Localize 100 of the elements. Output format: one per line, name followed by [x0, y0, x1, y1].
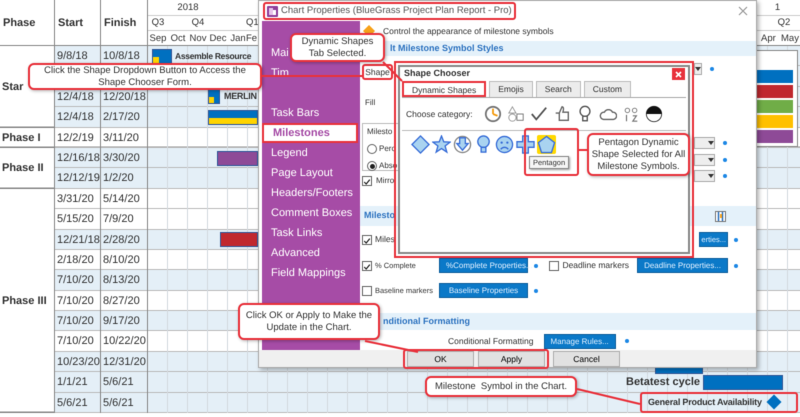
properties-button[interactable]: Baseline Properties: [439, 283, 528, 298]
date-cell: 5/14/20: [101, 188, 148, 210]
tab[interactable]: Dynamic Shapes: [402, 81, 486, 97]
column-header: Phase: [0, 0, 55, 46]
sidebar-item[interactable]: Task Links: [262, 223, 322, 243]
dropdown-field[interactable]: [694, 63, 702, 75]
sidebar-item[interactable]: Task Bars: [262, 103, 320, 123]
quarter-label: Q2: [776, 16, 792, 30]
date-cell: 12/12/19: [55, 168, 101, 189]
date-cell: 12/21/18: [55, 230, 101, 250]
quarter-label: Q1: [246, 16, 258, 30]
pentagon-icon[interactable]: [537, 135, 556, 154]
dialog-button[interactable]: OK: [407, 350, 474, 366]
quarter-label: Q4: [190, 16, 206, 30]
tab[interactable]: Search: [536, 81, 581, 97]
month-label: Jan: [229, 32, 246, 46]
dot-icon: [723, 141, 727, 145]
sidebar-item[interactable]: Legend: [262, 143, 308, 163]
dot-icon: [624, 339, 629, 343]
month-label: May: [781, 32, 800, 46]
close-icon[interactable]: [738, 6, 748, 16]
leader-line: [579, 149, 587, 151]
sidebar-item[interactable]: Headers/Footers: [262, 183, 353, 203]
section-header: lt Milestone Symbol Styles: [390, 42, 504, 55]
tab[interactable]: Custom: [584, 81, 632, 97]
frown-face-icon[interactable]: [495, 135, 514, 154]
shapes-icon[interactable]: [506, 105, 525, 123]
sidebar-item[interactable]: Advanced: [262, 243, 320, 263]
year-label: 2018: [176, 1, 200, 15]
plus-icon[interactable]: [516, 135, 535, 154]
radio-button[interactable]: [367, 144, 377, 154]
clock-icon[interactable]: [484, 105, 502, 123]
check-icon[interactable]: [530, 105, 548, 123]
dialog-button[interactable]: Cancel: [553, 350, 620, 366]
sidebar-item[interactable]: Field Mappings: [262, 263, 346, 283]
arrow-down-icon[interactable]: [453, 135, 472, 154]
app-icon: [267, 6, 278, 16]
month-label: Apr: [761, 32, 777, 46]
checkbox[interactable]: [362, 176, 372, 186]
close-icon: [675, 70, 682, 78]
phase-label: Star: [2, 80, 24, 95]
date-cell: 9/17/20: [101, 311, 148, 332]
date-cell: 5/6/21: [101, 392, 148, 414]
task-label: Betatest cycle: [626, 374, 700, 390]
month-label: Dec: [208, 32, 228, 46]
lightbulb-icon[interactable]: [474, 135, 493, 154]
checkbox[interactable]: [549, 260, 560, 270]
manage-rules-button[interactable]: Manage Rules...: [544, 334, 616, 348]
properties-button[interactable]: Deadline Properties...: [637, 258, 728, 273]
checkbox[interactable]: [362, 286, 372, 296]
sidebar-item[interactable]: Page Layout: [262, 163, 333, 183]
sidebar-item[interactable]: Comment Boxes: [262, 203, 352, 223]
dot-icon: [734, 238, 738, 242]
year-label: 1: [774, 1, 782, 15]
date-cell: 5/6/21: [55, 392, 101, 414]
dot-icon: [723, 174, 727, 178]
fill-label: Fill: [364, 97, 376, 109]
dot-icon: [534, 288, 538, 292]
caret-icon: [708, 141, 714, 145]
close-button[interactable]: [672, 68, 685, 80]
quarter-label: Q3: [150, 16, 166, 30]
month-label: Fe: [246, 32, 258, 46]
tab[interactable]: Emojis: [489, 81, 533, 97]
task-label: Assemble Resource: [175, 50, 252, 62]
date-cell: 7/10/20: [55, 270, 101, 291]
phase-label: Phase III: [2, 294, 47, 309]
dropdown-field[interactable]: [694, 137, 715, 149]
dropdown-field[interactable]: [694, 170, 715, 182]
dropdown-field[interactable]: [694, 154, 715, 166]
dots-icon[interactable]: [622, 105, 640, 123]
checkbox[interactable]: [362, 260, 372, 270]
sidebar-item[interactable]: Milestones: [262, 123, 358, 143]
checkbox-label: Deadline markers: [562, 259, 630, 272]
task-label: MERLIN: [224, 90, 257, 104]
phase-label: Phase I: [2, 130, 41, 146]
window-title: Shape Chooser: [404, 67, 470, 80]
diamond-icon[interactable]: [411, 135, 430, 154]
caret-icon: [708, 158, 714, 162]
month-label: Sep: [148, 32, 168, 46]
dot-icon: [723, 158, 727, 162]
date-cell: 1/2/20: [101, 168, 148, 189]
star-icon[interactable]: [432, 135, 451, 154]
radio-button[interactable]: [367, 161, 377, 171]
checkbox-label: Mirro: [376, 175, 394, 187]
dialog-button[interactable]: Apply: [478, 350, 545, 366]
grid-icon[interactable]: [715, 210, 726, 222]
description-text: Control the appearance of milestone symbols: [383, 24, 554, 38]
field-label: Choose category:: [406, 108, 473, 120]
radio-label: Perc: [379, 143, 396, 155]
window-title: Chart Properties (BlueGrass Project Plan Report - Pro): [281, 4, 512, 18]
sidebar-item[interactable]: Mai: [262, 43, 289, 63]
callout-note: Pentagon Dynamic Shape Selected for All Milestone Symbols.: [587, 133, 690, 176]
date-cell: 2/28/20: [101, 230, 148, 250]
callout-note: Click OK or Apply to Make the Update in the Chart.: [238, 303, 380, 340]
date-cell: 3/31/20: [55, 188, 101, 210]
thumb-icon[interactable]: [552, 105, 571, 123]
date-cell: 7/10/20: [55, 311, 101, 332]
half-circle-icon[interactable]: [644, 105, 663, 123]
checkbox[interactable]: [362, 234, 372, 244]
group-label: Milesto: [367, 126, 394, 138]
